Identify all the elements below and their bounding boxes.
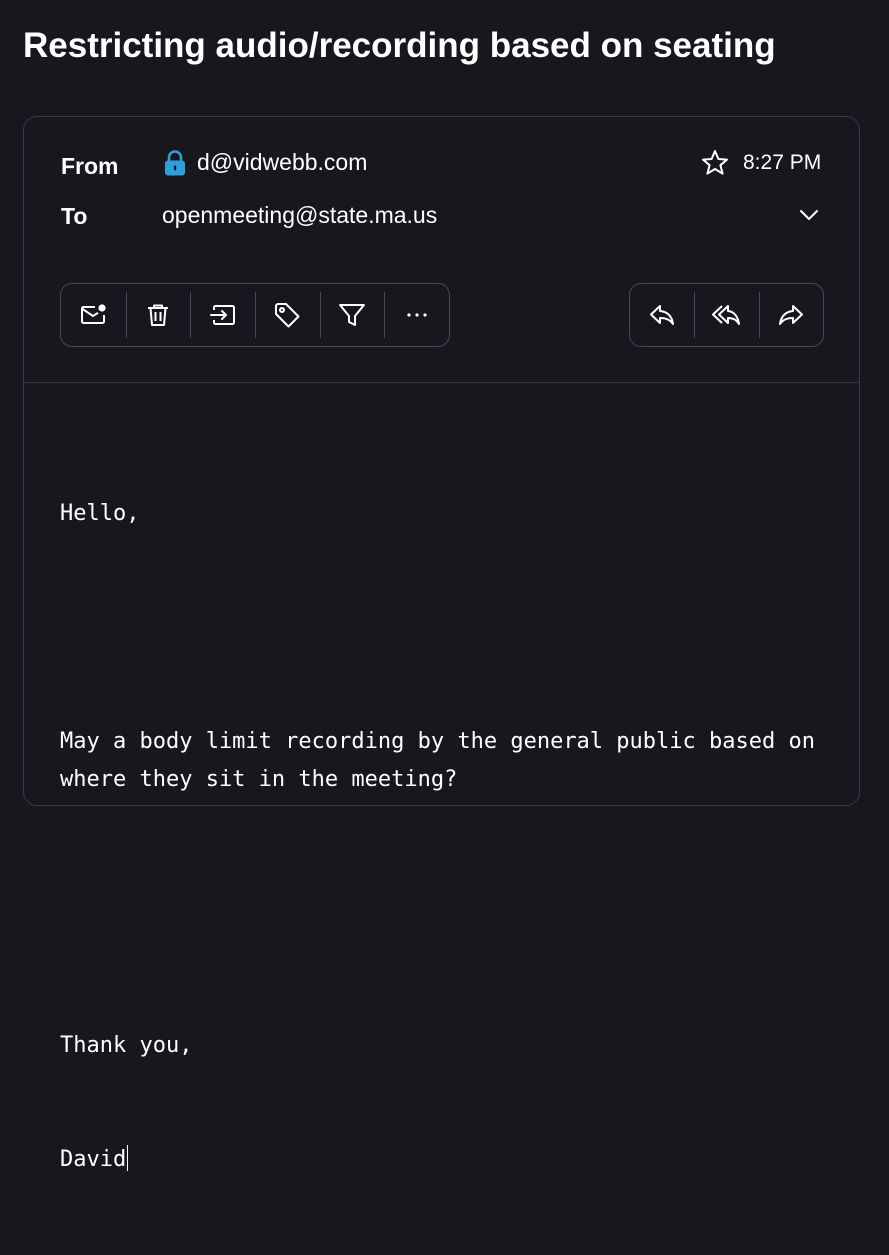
email-subject: Restricting audio/recording based on sea…	[23, 26, 776, 65]
body-closing: Thank you,	[60, 1033, 193, 1058]
delete-button[interactable]	[125, 292, 191, 338]
header-divider	[24, 382, 859, 383]
envelope-dot-icon	[81, 304, 106, 324]
body-signature-line: David	[60, 1141, 830, 1179]
tag-icon	[275, 303, 300, 328]
move-button[interactable]	[190, 292, 255, 338]
from-field[interactable]: d@vidwebb.com	[163, 149, 367, 176]
move-to-folder-icon	[209, 305, 235, 325]
forward-icon	[778, 305, 803, 325]
body-greeting: Hello,	[60, 501, 140, 526]
reply-all-icon	[712, 305, 741, 325]
more-horizontal-icon	[407, 313, 427, 317]
reply-button[interactable]	[630, 292, 694, 338]
body-signature: David	[60, 1147, 127, 1172]
reply-icon	[650, 305, 675, 325]
more-button[interactable]	[384, 292, 449, 338]
filter-button[interactable]	[319, 292, 385, 338]
star-icon[interactable]	[700, 148, 730, 178]
email-time: 8:27 PM	[743, 151, 822, 174]
chevron-down-icon[interactable]	[796, 205, 822, 225]
to-label: To	[61, 203, 88, 229]
tag-button[interactable]	[255, 292, 320, 338]
reply-all-button[interactable]	[694, 292, 758, 338]
reply-actions-toolbar	[629, 283, 824, 347]
filter-icon	[339, 304, 366, 326]
from-address[interactable]: d@vidwebb.com	[197, 149, 367, 176]
text-caret	[127, 1145, 129, 1171]
from-label: From	[61, 153, 119, 179]
body-paragraph: May a body limit recording by the genera…	[60, 729, 829, 792]
forward-button[interactable]	[758, 292, 823, 338]
message-actions-toolbar	[60, 283, 450, 347]
mark-unread-button[interactable]	[61, 292, 126, 338]
email-card: From d@vidwebb.com To openmeeting@state.…	[23, 116, 860, 1172]
to-address[interactable]: openmeeting@state.ma.us	[162, 202, 437, 229]
lock-icon	[163, 149, 187, 176]
email-body[interactable]: Hello, May a body limit recording by the…	[60, 419, 830, 1255]
trash-icon	[148, 304, 168, 326]
